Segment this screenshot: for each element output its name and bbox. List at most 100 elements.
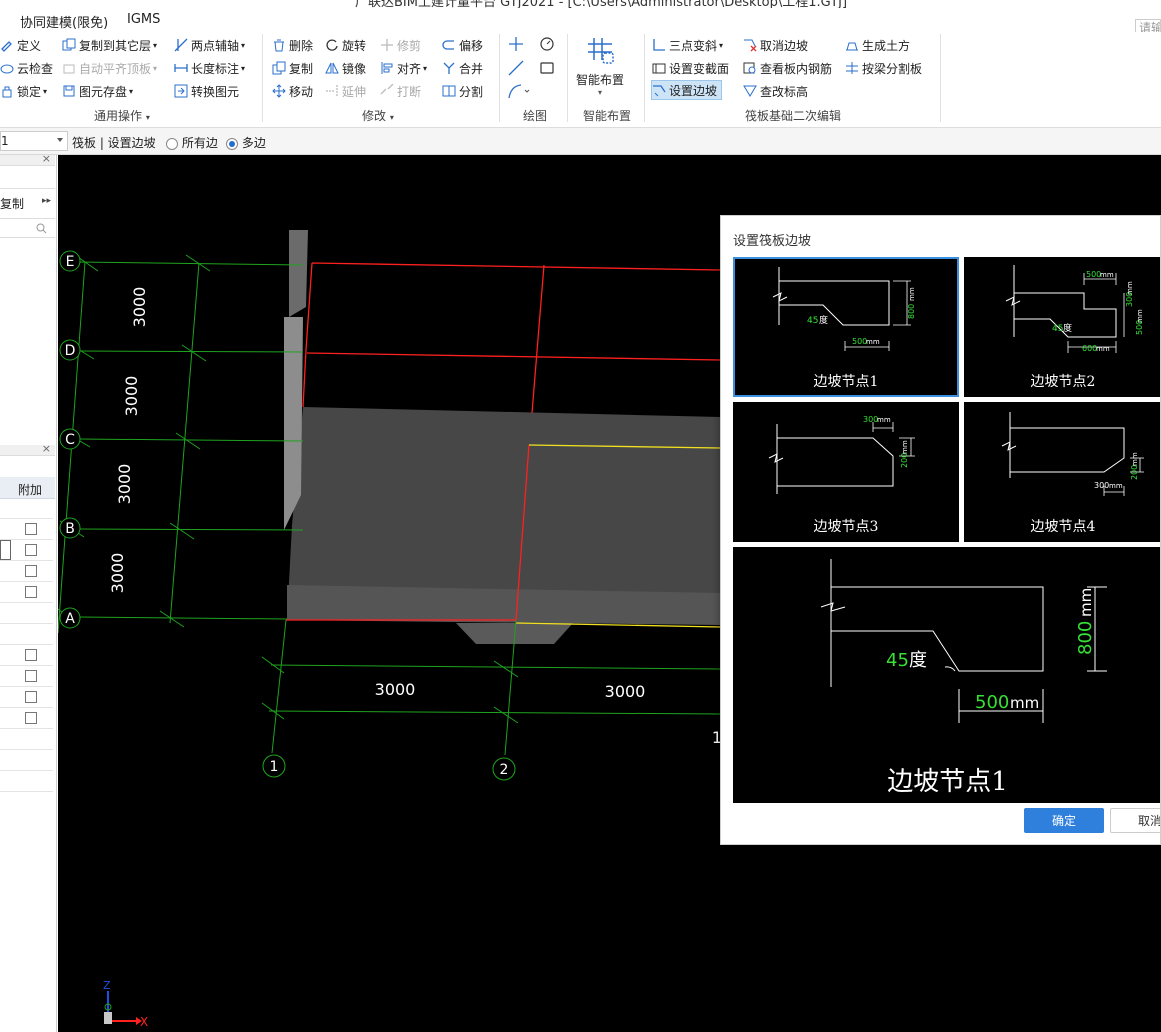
point-draw-icon[interactable] bbox=[507, 35, 525, 53]
search-icon bbox=[36, 223, 47, 234]
elevation-icon bbox=[743, 85, 757, 97]
move-button[interactable]: 移动 bbox=[272, 81, 313, 101]
chevron-down-icon bbox=[57, 138, 63, 142]
generate-earthwork-button[interactable]: 生成土方 bbox=[845, 35, 910, 55]
view-rebar-icon bbox=[743, 62, 756, 74]
slope-node-1-option[interactable]: 45 度 500 mm 800 mm 边坡节点1 bbox=[733, 257, 959, 397]
slope-node-4-option[interactable]: 200 mm 300 mm 边坡节点4 bbox=[964, 402, 1160, 542]
group-label-modify: 修改 ▾ bbox=[362, 109, 394, 123]
merge-button[interactable]: 合并 bbox=[442, 58, 483, 78]
define-button[interactable]: 定义 bbox=[0, 35, 41, 55]
preview-width-unit: mm bbox=[1010, 694, 1039, 712]
break-button[interactable]: 打断 bbox=[380, 81, 421, 101]
svg-text:度: 度 bbox=[1063, 322, 1072, 334]
cancel-slope-button[interactable]: 取消边坡 bbox=[743, 35, 808, 55]
left-panel: × 复制 ▸▸ × 附加 bbox=[0, 152, 57, 1032]
menu-igms[interactable]: IGMS bbox=[127, 12, 160, 27]
line-draw-icon[interactable] bbox=[507, 59, 525, 77]
preview-height-value: 800 bbox=[1075, 621, 1096, 655]
rotate-button[interactable]: 旋转 bbox=[325, 35, 366, 55]
component-search-input[interactable] bbox=[0, 218, 55, 238]
cancel-slope-icon bbox=[744, 39, 757, 52]
cloud-check-button[interactable]: 云检查 bbox=[0, 58, 53, 78]
group-label-draw: 绘图 bbox=[523, 109, 548, 123]
set-slope-dialog: 设置筏板边坡 45 度 500 mm 800 mm 边坡节点1 500 mm 3… bbox=[720, 215, 1161, 845]
align-button[interactable]: 对齐 ▾ bbox=[380, 58, 427, 78]
split-button[interactable]: 分割 bbox=[442, 81, 483, 101]
delete-button[interactable]: 删除 bbox=[272, 35, 313, 55]
properties-header: × bbox=[0, 442, 55, 456]
earthwork-icon bbox=[846, 42, 858, 51]
set-variable-section-button[interactable]: 设置变截面 bbox=[652, 58, 729, 78]
auto-align-top-button[interactable]: 自动平齐顶板 ▾ bbox=[62, 58, 157, 78]
aux-axis-icon bbox=[174, 38, 188, 52]
cloud-icon bbox=[0, 64, 14, 74]
trim-button[interactable]: 修剪 bbox=[380, 35, 421, 55]
extend-icon bbox=[326, 85, 338, 97]
axis-label-d: D bbox=[65, 343, 76, 359]
offset-button[interactable]: 偏移 bbox=[442, 35, 483, 55]
axis-label-e: E bbox=[66, 254, 75, 270]
extra-checkbox[interactable] bbox=[25, 586, 37, 598]
svg-text:mm: mm bbox=[1096, 345, 1110, 353]
lock-button[interactable]: 锁定 ▾ bbox=[0, 81, 47, 101]
copy-icon bbox=[272, 61, 286, 75]
copy-to-other-layer-button[interactable]: 复制到其它层 ▾ bbox=[62, 35, 157, 55]
more-icon[interactable]: ▸▸ bbox=[42, 196, 51, 206]
svg-text:500: 500 bbox=[852, 337, 867, 346]
save-element-button[interactable]: 图元存盘 ▾ bbox=[62, 81, 133, 101]
extra-checkbox[interactable] bbox=[25, 523, 37, 535]
options-bar: 1 筏板 | 设置边坡 所有边 多边 bbox=[0, 128, 1161, 155]
node-1-label: 边坡节点1 bbox=[813, 374, 879, 390]
extra-checkbox[interactable] bbox=[25, 649, 37, 661]
group-label-raft-edit: 筏板基础二次编辑 bbox=[745, 109, 842, 123]
status-breadcrumb: 筏板 | 设置边坡 bbox=[72, 136, 156, 150]
rotate-point-icon[interactable] bbox=[538, 35, 556, 53]
svg-text:mm: mm bbox=[1100, 271, 1114, 279]
slope-node-3-option[interactable]: 300 mm 200 mm 边坡节点3 bbox=[733, 402, 959, 542]
mirror-button[interactable]: 镜像 bbox=[325, 58, 366, 78]
svg-text:45: 45 bbox=[1052, 324, 1063, 334]
radio-multi-edges[interactable]: 多边 bbox=[226, 134, 266, 151]
extra-checkbox[interactable] bbox=[25, 544, 37, 556]
smart-layout-button[interactable]: 智能布置 ▾ bbox=[572, 34, 628, 102]
dim-col-23: 3000 bbox=[605, 682, 646, 701]
extra-checkbox[interactable] bbox=[25, 565, 37, 577]
copy-layer-icon bbox=[62, 38, 76, 51]
extra-checkbox[interactable] bbox=[25, 670, 37, 682]
extra-checkbox[interactable] bbox=[25, 712, 37, 724]
dimension-icon bbox=[174, 64, 188, 72]
menu-collab-modeling[interactable]: 协同建模(限免) bbox=[20, 12, 108, 31]
save-element-icon bbox=[63, 85, 75, 97]
edit-elevation-button[interactable]: 查改标高 bbox=[743, 81, 808, 101]
copy-component-button[interactable]: 复制 bbox=[0, 195, 24, 212]
cell-editor[interactable] bbox=[0, 540, 11, 560]
column-header-extra: 附加 bbox=[18, 483, 43, 497]
ribbon-toolbar: 定义 复制到其它层 ▾ 两点辅轴 ▾ 云检查 自动平齐顶板 ▾ 长度标注 ▾ 锁定 ▾ 图… bbox=[0, 32, 1161, 128]
three-point-slope-button[interactable]: 三点变斜 ▾ bbox=[652, 35, 723, 55]
close-icon[interactable]: × bbox=[42, 442, 51, 455]
preview-angle-unit: 度 bbox=[909, 650, 927, 671]
copy-button[interactable]: 复制 bbox=[272, 58, 313, 78]
align-icon bbox=[381, 62, 393, 74]
panel-header: × bbox=[0, 152, 55, 166]
slope-node-2-option[interactable]: 500 mm 300 mm 500 mm 45 度 600 mm 边坡节点2 bbox=[964, 257, 1160, 397]
convert-element-button[interactable]: 转换图元 bbox=[174, 81, 239, 101]
split-by-beam-button[interactable]: 按梁分割板 bbox=[845, 58, 922, 78]
set-slope-button[interactable]: 设置边坡 bbox=[651, 80, 723, 100]
two-point-aux-axis-button[interactable]: 两点辅轴 ▾ bbox=[174, 35, 245, 55]
extra-checkbox[interactable] bbox=[25, 691, 37, 703]
svg-text:500: 500 bbox=[1086, 270, 1101, 279]
define-icon bbox=[1, 41, 12, 52]
length-dimension-button[interactable]: 长度标注 ▾ bbox=[174, 58, 245, 78]
rectangle-draw-icon[interactable] bbox=[538, 59, 556, 77]
arc-draw-icon[interactable] bbox=[507, 82, 531, 100]
wall-top bbox=[289, 230, 308, 317]
ok-button[interactable]: 确定 bbox=[1024, 808, 1104, 833]
cancel-button[interactable]: 取消 bbox=[1110, 808, 1160, 833]
radio-all-edges[interactable]: 所有边 bbox=[166, 134, 218, 151]
extend-button[interactable]: 延伸 bbox=[325, 81, 366, 101]
close-icon[interactable]: × bbox=[42, 152, 51, 165]
layer-select[interactable]: 1 bbox=[0, 131, 68, 151]
view-slab-rebar-button[interactable]: 查看板内钢筋 bbox=[743, 58, 832, 78]
